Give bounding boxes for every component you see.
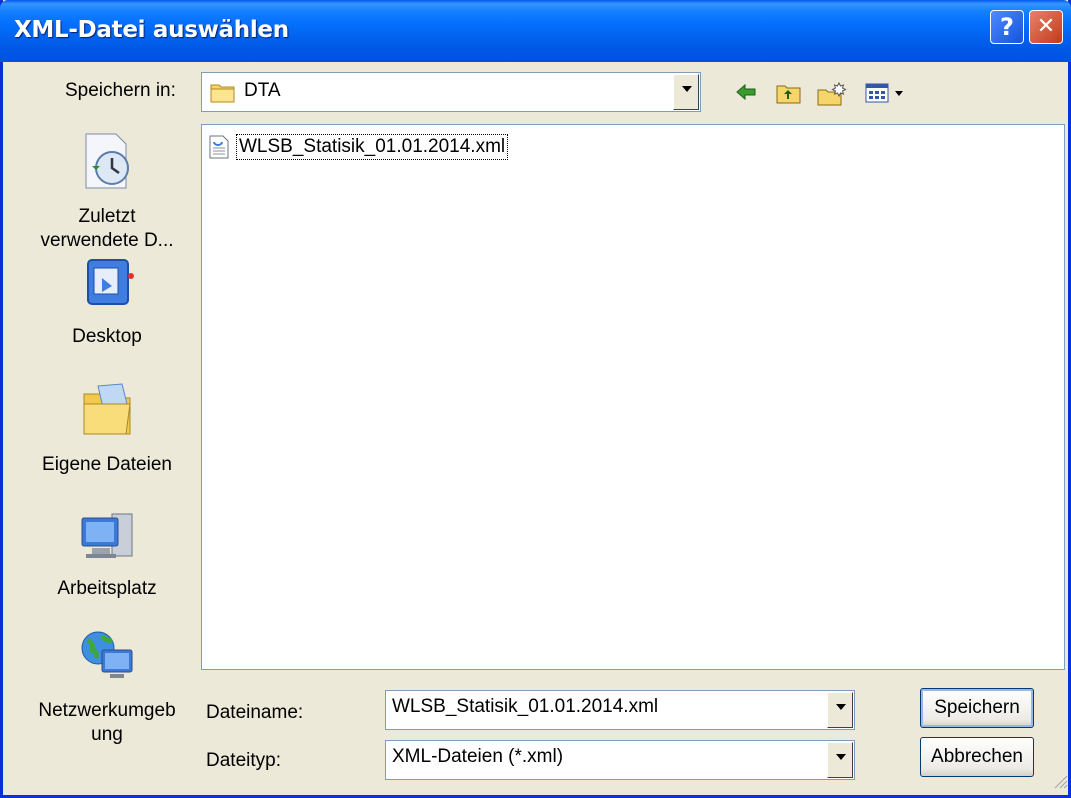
help-button[interactable]: ? bbox=[990, 10, 1024, 44]
save-button-label: Speichern bbox=[934, 697, 1020, 718]
save-in-value: DTA bbox=[244, 80, 281, 101]
sidebar-item-my-computer[interactable]: Arbeitsplatz bbox=[29, 508, 185, 601]
up-folder-icon[interactable] bbox=[776, 82, 802, 110]
xml-file-icon bbox=[208, 135, 230, 165]
file-list[interactable]: WLSB_Statisik_01.01.2014.xml bbox=[201, 124, 1065, 670]
sidebar-item-my-documents-label: Eigene Dateien bbox=[42, 454, 172, 475]
close-icon: ✕ bbox=[1036, 14, 1056, 39]
filetype-dropdown-arrow[interactable] bbox=[827, 742, 853, 778]
network-places-icon bbox=[29, 628, 185, 693]
sidebar-item-my-computer-label: Arbeitsplatz bbox=[57, 578, 157, 599]
my-computer-icon bbox=[29, 508, 185, 571]
recent-documents-icon bbox=[29, 130, 185, 199]
sidebar-item-network-label: Netzwerkumgeb ung bbox=[38, 700, 176, 745]
resize-grip-icon[interactable] bbox=[1052, 773, 1068, 795]
filetype-label: Dateityp: bbox=[206, 750, 281, 771]
save-button[interactable]: Speichern bbox=[920, 688, 1034, 728]
back-icon[interactable] bbox=[735, 82, 757, 108]
save-in-dropdown-arrow[interactable] bbox=[673, 74, 699, 110]
filename-label: Dateiname: bbox=[206, 702, 304, 723]
sidebar-item-recent-label: Zuletzt verwendete D... bbox=[40, 206, 174, 251]
filetype-select[interactable]: XML-Dateien (*.xml) bbox=[385, 740, 855, 780]
view-menu-icon[interactable] bbox=[865, 82, 907, 110]
filename-combo[interactable]: WLSB_Statisik_01.01.2014.xml bbox=[385, 690, 855, 730]
sidebar-item-desktop[interactable]: Desktop bbox=[29, 256, 185, 349]
sidebar-item-desktop-label: Desktop bbox=[72, 326, 142, 347]
sidebar-item-my-documents[interactable]: Eigene Dateien bbox=[29, 380, 185, 477]
folder-icon bbox=[210, 81, 236, 109]
close-button[interactable]: ✕ bbox=[1029, 10, 1063, 44]
file-dialog: XML-Datei auswählen ? ✕ Speichern in: DT… bbox=[0, 0, 1071, 798]
new-folder-icon[interactable] bbox=[817, 81, 847, 112]
file-name: WLSB_Statisik_01.01.2014.xml bbox=[236, 134, 509, 160]
desktop-icon bbox=[29, 256, 185, 319]
title-bar[interactable]: XML-Datei auswählen ? ✕ bbox=[0, 0, 1071, 62]
filetype-value: XML-Dateien (*.xml) bbox=[392, 746, 564, 767]
save-in-combo[interactable]: DTA bbox=[201, 72, 701, 112]
cancel-button-label: Abbrechen bbox=[931, 746, 1023, 767]
dialog-title: XML-Datei auswählen bbox=[14, 17, 289, 43]
cancel-button[interactable]: Abbrechen bbox=[920, 737, 1034, 777]
help-icon: ? bbox=[1000, 13, 1014, 41]
sidebar-item-recent[interactable]: Zuletzt verwendete D... bbox=[29, 130, 185, 253]
my-documents-icon bbox=[29, 380, 185, 447]
filename-value: WLSB_Statisik_01.01.2014.xml bbox=[392, 696, 659, 717]
sidebar-item-network[interactable]: Netzwerkumgeb ung bbox=[29, 628, 185, 747]
filename-dropdown-arrow[interactable] bbox=[827, 692, 853, 728]
save-in-label: Speichern in: bbox=[65, 80, 176, 101]
